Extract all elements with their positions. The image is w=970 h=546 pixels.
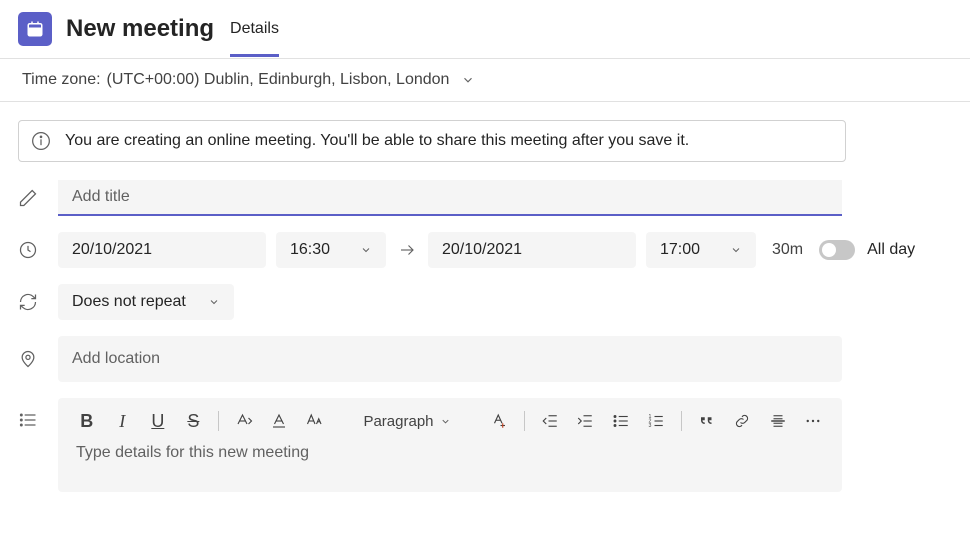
link-button[interactable]	[727, 406, 757, 436]
end-time-value: 17:00	[660, 241, 700, 259]
chevron-down-icon	[360, 244, 372, 256]
toggle-knob	[822, 243, 836, 257]
info-banner-text: You are creating an online meeting. You'…	[65, 132, 689, 150]
editor-toolbar: B I U S Paragraph	[58, 398, 842, 444]
italic-button[interactable]: I	[108, 406, 138, 436]
font-size-button[interactable]	[300, 406, 330, 436]
all-day-toggle[interactable]	[819, 240, 855, 260]
chevron-down-icon	[730, 244, 742, 256]
arrow-right-icon	[398, 241, 416, 259]
hr-button[interactable]	[763, 406, 793, 436]
clear-formatting-button[interactable]	[484, 406, 514, 436]
bullet-list-button[interactable]	[606, 406, 636, 436]
location-icon	[18, 349, 58, 369]
timezone-label: Time zone:	[22, 71, 101, 89]
indent-button[interactable]	[570, 406, 600, 436]
recurrence-field[interactable]: Does not repeat	[58, 284, 234, 320]
header-bar: New meeting Details	[0, 0, 970, 59]
info-banner: You are creating an online meeting. You'…	[18, 120, 846, 162]
end-date-field[interactable]: 20/10/2021	[428, 232, 636, 268]
numbered-list-button[interactable]: 123	[641, 406, 671, 436]
title-input[interactable]	[58, 180, 842, 216]
toolbar-separator	[524, 411, 525, 431]
quote-button[interactable]	[692, 406, 722, 436]
start-time-value: 16:30	[290, 241, 330, 259]
start-date-field[interactable]: 20/10/2021	[58, 232, 266, 268]
toolbar-separator	[218, 411, 219, 431]
info-icon	[31, 131, 51, 151]
location-input[interactable]: Add location	[58, 336, 842, 382]
pencil-icon	[18, 188, 58, 208]
location-placeholder: Add location	[72, 350, 160, 368]
more-options-button[interactable]	[798, 406, 828, 436]
end-date-value: 20/10/2021	[442, 241, 522, 259]
duration-label: 30m	[772, 241, 803, 259]
strikethrough-button[interactable]: S	[179, 406, 209, 436]
tab-details[interactable]: Details	[230, 2, 279, 57]
repeat-icon	[18, 292, 58, 312]
paragraph-label: Paragraph	[363, 413, 433, 430]
start-date-value: 20/10/2021	[72, 241, 152, 259]
calendar-app-icon	[18, 12, 52, 46]
outdent-button[interactable]	[535, 406, 565, 436]
chevron-down-icon	[461, 73, 475, 87]
end-time-field[interactable]: 17:00	[646, 232, 756, 268]
highlight-button[interactable]	[229, 406, 259, 436]
recurrence-value: Does not repeat	[72, 293, 186, 311]
clock-icon	[18, 240, 58, 260]
font-color-button[interactable]	[265, 406, 295, 436]
description-editor: B I U S Paragraph	[58, 398, 842, 492]
page-title: New meeting	[66, 15, 214, 43]
timezone-bar[interactable]: Time zone: (UTC+00:00) Dublin, Edinburgh…	[0, 59, 970, 102]
svg-text:3: 3	[649, 423, 652, 429]
timezone-value: (UTC+00:00) Dublin, Edinburgh, Lisbon, L…	[107, 71, 450, 89]
all-day-label: All day	[867, 241, 915, 259]
list-icon	[18, 410, 58, 430]
toolbar-separator	[681, 411, 682, 431]
underline-button[interactable]: U	[143, 406, 173, 436]
paragraph-style-button[interactable]: Paragraph	[357, 413, 456, 430]
editor-placeholder: Type details for this new meeting	[76, 444, 309, 461]
start-time-field[interactable]: 16:30	[276, 232, 386, 268]
editor-body[interactable]: Type details for this new meeting	[58, 444, 842, 462]
bold-button[interactable]: B	[72, 406, 102, 436]
chevron-down-icon	[208, 296, 220, 308]
